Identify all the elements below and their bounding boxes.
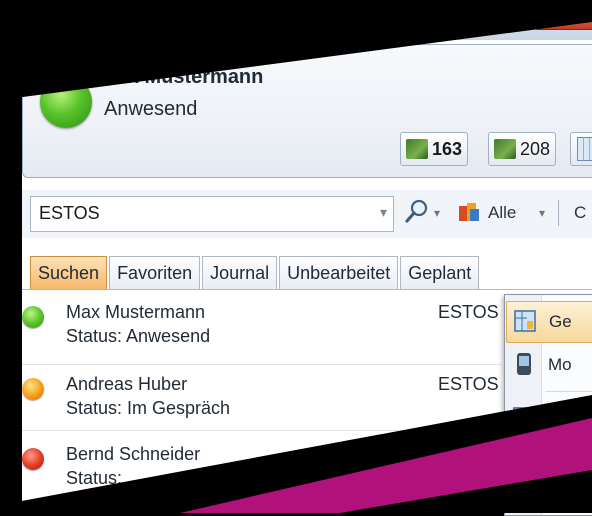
magenta-accent-band	[180, 418, 592, 513]
